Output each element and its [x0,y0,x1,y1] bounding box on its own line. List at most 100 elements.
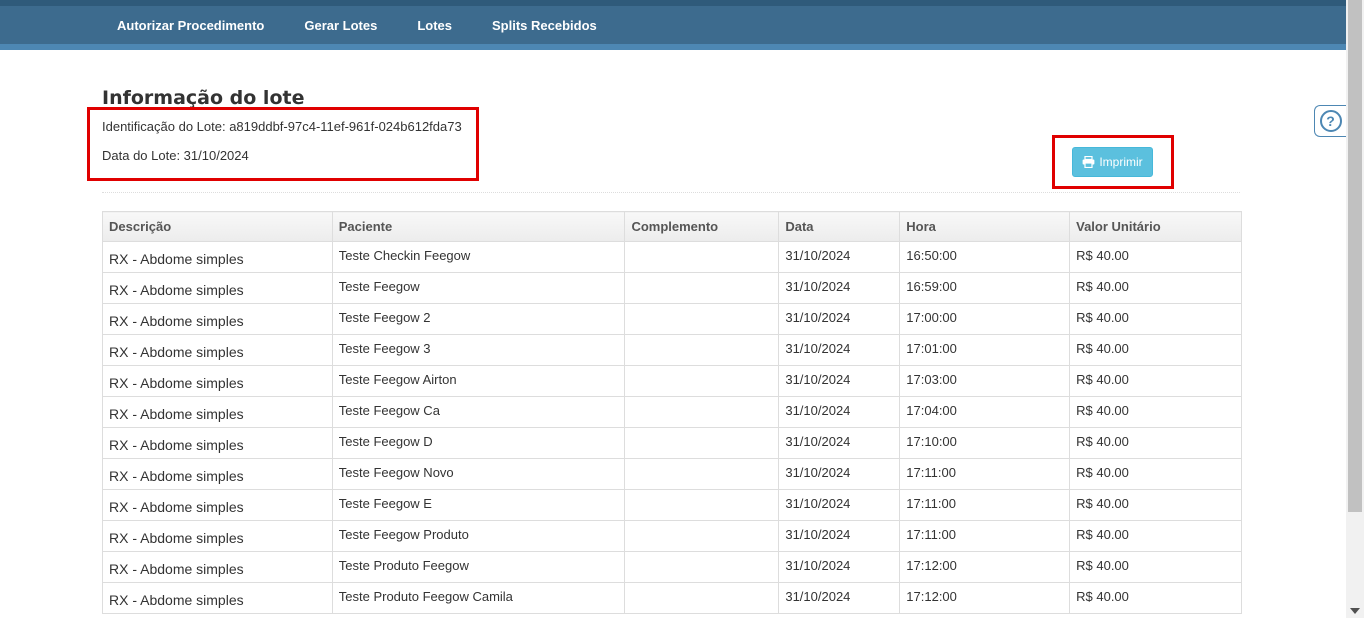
header-hora[interactable]: Hora [899,211,1071,242]
help-button[interactable]: ? [1314,105,1346,137]
cell-hora: 17:03:00 [899,365,1071,397]
cell-complemento [624,396,780,428]
nav-autorizar-procedimento[interactable]: Autorizar Procedimento [97,18,284,33]
cell-hora: 17:00:00 [899,303,1071,335]
cell-complemento [624,272,780,304]
cell-data: 31/10/2024 [778,520,901,552]
header-complemento[interactable]: Complemento [624,211,780,242]
cell-valor: R$ 40.00 [1069,582,1242,614]
table-row: RX - Abdome simples Teste Feegow E 31/10/2… [102,489,1242,521]
cell-complemento [624,551,780,583]
cell-paciente: Teste Feegow Produto [331,520,626,552]
header-valor-unitario[interactable]: Valor Unitário [1069,211,1242,242]
cell-data: 31/10/2024 [778,396,901,428]
top-navbar: Autorizar Procedimento Gerar Lotes Lotes… [0,0,1346,50]
header-paciente[interactable]: Paciente [331,211,626,242]
cell-descricao: RX - Abdome simples [102,458,333,490]
cell-hora: 17:04:00 [899,396,1071,428]
cell-descricao: RX - Abdome simples [102,489,333,521]
main-nav: Autorizar Procedimento Gerar Lotes Lotes… [97,6,617,44]
cell-valor: R$ 40.00 [1069,458,1242,490]
nav-lotes[interactable]: Lotes [397,18,472,33]
cell-hora: 17:11:00 [899,489,1071,521]
cell-hora: 17:11:00 [899,520,1071,552]
cell-paciente: Teste Feegow 3 [331,334,626,366]
cell-hora: 17:12:00 [899,551,1071,583]
cell-descricao: RX - Abdome simples [102,365,333,397]
cell-complemento [624,582,780,614]
table-row: RX - Abdome simples Teste Feegow 2 31/10/2… [102,303,1242,335]
cell-paciente: Teste Feegow 2 [331,303,626,335]
navbar-bottom-stripe [0,44,1346,50]
cell-paciente: Teste Feegow [331,272,626,304]
table-row: RX - Abdome simples Teste Feegow D 31/10/2… [102,427,1242,459]
cell-paciente: Teste Feegow Airton [331,365,626,397]
cell-complemento [624,489,780,521]
cell-paciente: Teste Feegow E [331,489,626,521]
cell-descricao: RX - Abdome simples [102,272,333,304]
cell-descricao: RX - Abdome simples [102,520,333,552]
cell-descricao: RX - Abdome simples [102,303,333,335]
table-row: RX - Abdome simples Teste Feegow Produto 3… [102,520,1242,552]
cell-data: 31/10/2024 [778,458,901,490]
cell-paciente: Teste Produto Feegow [331,551,626,583]
cell-data: 31/10/2024 [778,303,901,335]
cell-valor: R$ 40.00 [1069,334,1242,366]
table-row: RX - Abdome simples Teste Feegow 3 31/10/2… [102,334,1242,366]
cell-data: 31/10/2024 [778,489,901,521]
cell-paciente: Teste Produto Feegow Camila [331,582,626,614]
cell-complemento [624,303,780,335]
cell-valor: R$ 40.00 [1069,427,1242,459]
header-descricao[interactable]: Descrição [102,211,333,242]
table-row: RX - Abdome simples Teste Feegow Airton 31… [102,365,1242,397]
cell-complemento [624,365,780,397]
cell-complemento [624,458,780,490]
cell-complemento [624,520,780,552]
cell-valor: R$ 40.00 [1069,272,1242,304]
cell-hora: 17:11:00 [899,458,1071,490]
nav-gerar-lotes[interactable]: Gerar Lotes [284,18,397,33]
table-row: RX - Abdome simples Teste Produto Feegow 3… [102,551,1242,583]
highlight-box-info [87,107,479,181]
table-row: RX - Abdome simples Teste Feegow 31/10/202… [102,272,1242,304]
cell-data: 31/10/2024 [778,241,901,273]
table-header-row: Descrição Paciente Complemento Data Hora… [102,211,1242,242]
cell-descricao: RX - Abdome simples [102,396,333,428]
cell-data: 31/10/2024 [778,582,901,614]
question-icon: ? [1319,110,1342,132]
cell-valor: R$ 40.00 [1069,303,1242,335]
cell-complemento [624,334,780,366]
cell-hora: 17:01:00 [899,334,1071,366]
cell-descricao: RX - Abdome simples [102,551,333,583]
cell-valor: R$ 40.00 [1069,551,1242,583]
cell-paciente: Teste Feegow Ca [331,396,626,428]
header-data[interactable]: Data [778,211,901,242]
vertical-scrollbar[interactable] [1346,0,1364,618]
cell-data: 31/10/2024 [778,551,901,583]
lote-table: Descrição Paciente Complemento Data Hora… [102,211,1242,614]
cell-data: 31/10/2024 [778,427,901,459]
cell-hora: 16:59:00 [899,272,1071,304]
cell-valor: R$ 40.00 [1069,241,1242,273]
cell-valor: R$ 40.00 [1069,365,1242,397]
cell-complemento [624,427,780,459]
cell-paciente: Teste Feegow D [331,427,626,459]
cell-hora: 16:50:00 [899,241,1071,273]
cell-hora: 17:10:00 [899,427,1071,459]
table-row: RX - Abdome simples Teste Feegow Novo 31/1… [102,458,1242,490]
divider [102,192,1240,193]
table-row: RX - Abdome simples Teste Produto Feegow … [102,582,1242,614]
cell-data: 31/10/2024 [778,272,901,304]
cell-data: 31/10/2024 [778,365,901,397]
nav-splits-recebidos[interactable]: Splits Recebidos [472,18,617,33]
cell-paciente: Teste Feegow Novo [331,458,626,490]
cell-valor: R$ 40.00 [1069,489,1242,521]
scrollbar-thumb[interactable] [1348,0,1362,512]
scroll-down-arrow-icon[interactable] [1350,608,1360,614]
highlight-box-print [1052,135,1174,189]
cell-data: 31/10/2024 [778,334,901,366]
cell-hora: 17:12:00 [899,582,1071,614]
cell-descricao: RX - Abdome simples [102,334,333,366]
cell-complemento [624,241,780,273]
cell-descricao: RX - Abdome simples [102,241,333,273]
